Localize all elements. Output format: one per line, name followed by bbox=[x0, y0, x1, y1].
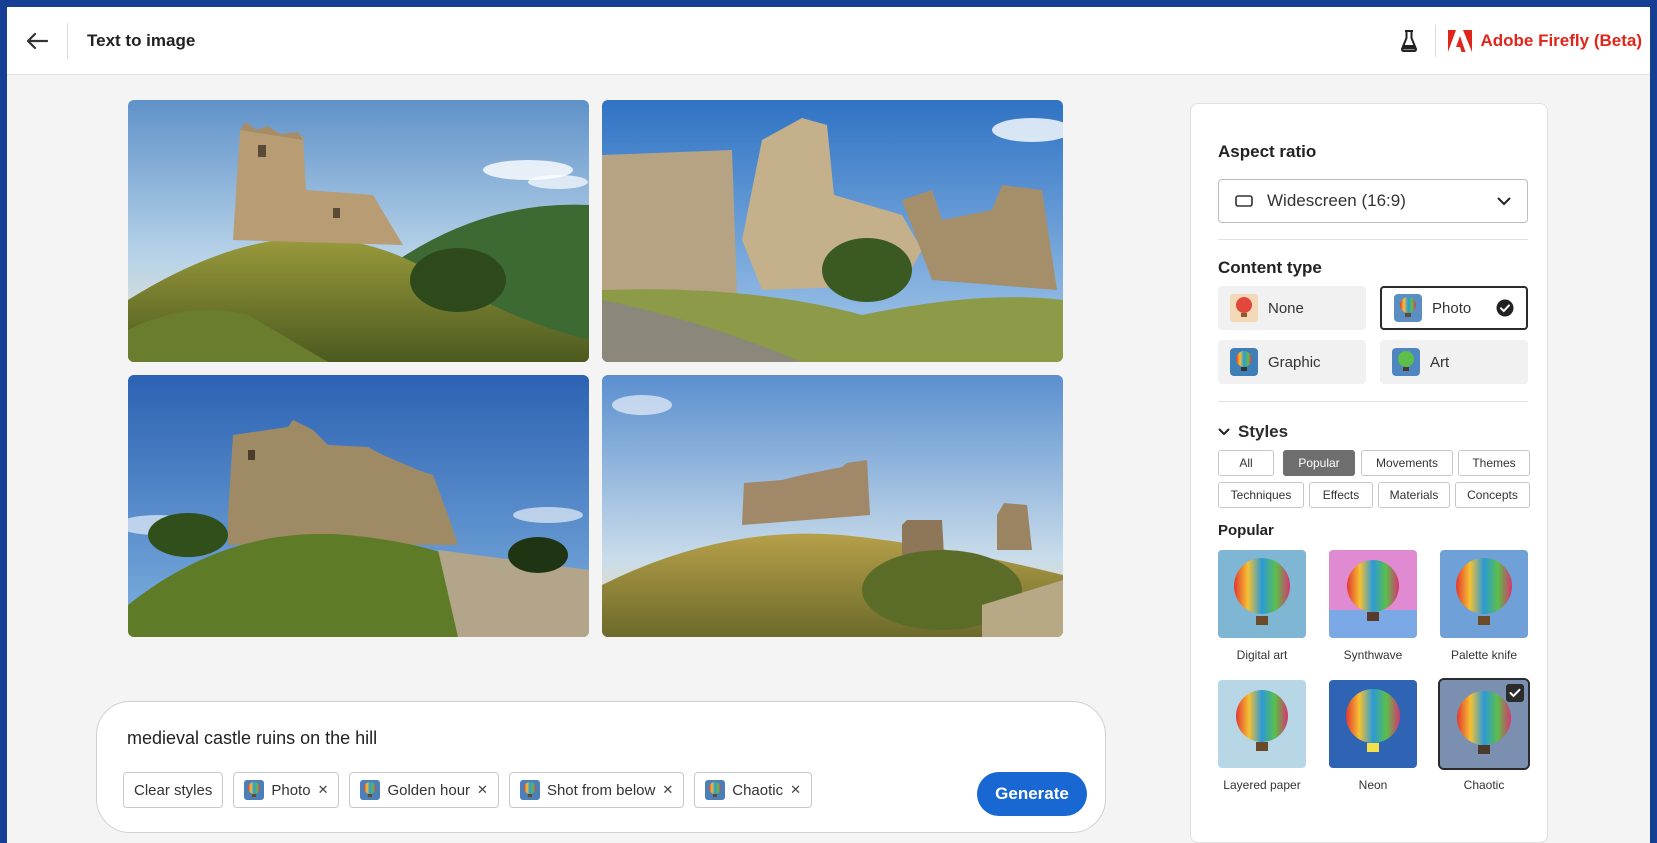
chevron-down-icon bbox=[1497, 197, 1511, 205]
balloon-icon bbox=[1230, 294, 1258, 322]
close-icon[interactable]: ✕ bbox=[790, 782, 801, 798]
style-card-label: Layered paper bbox=[1223, 778, 1301, 792]
adobe-logo-icon bbox=[1448, 29, 1473, 52]
style-tab-effects[interactable]: Effects bbox=[1309, 482, 1373, 508]
header-actions: Adobe Firefly (Beta) bbox=[1389, 7, 1650, 75]
style-card-label: Synthwave bbox=[1343, 648, 1403, 662]
aspect-ratio-label: Aspect ratio bbox=[1218, 142, 1317, 161]
castle-image bbox=[128, 100, 589, 362]
balloon-icon bbox=[360, 780, 381, 800]
content-type-none[interactable]: None bbox=[1218, 286, 1366, 330]
chip-label: Photo bbox=[271, 781, 311, 799]
app-frame: Text to image Adobe Firefly (Beta) medie… bbox=[7, 7, 1650, 843]
page-title: Text to image bbox=[87, 30, 196, 50]
style-thumbnail bbox=[1329, 680, 1417, 768]
brand-divider bbox=[1435, 24, 1437, 57]
style-thumbnail bbox=[1218, 680, 1306, 768]
style-card-digital-art[interactable]: Digital art bbox=[1218, 550, 1306, 662]
balloon-icon bbox=[1394, 294, 1422, 322]
content-type-graphic[interactable]: Graphic bbox=[1218, 340, 1366, 384]
result-image-4[interactable] bbox=[602, 375, 1063, 637]
style-tab-movements[interactable]: Movements bbox=[1361, 450, 1453, 476]
header-divider bbox=[67, 22, 68, 59]
content-type-label-text: Graphic bbox=[1268, 353, 1321, 371]
chevron-down-icon bbox=[1218, 428, 1230, 436]
balloon-icon bbox=[519, 780, 540, 800]
chip-chaotic[interactable]: Chaotic ✕ bbox=[694, 772, 812, 808]
labs-button[interactable] bbox=[1389, 29, 1429, 52]
style-card-synthwave[interactable]: Synthwave bbox=[1329, 550, 1417, 662]
clear-styles-label: Clear styles bbox=[134, 781, 213, 799]
close-icon[interactable]: ✕ bbox=[662, 782, 673, 798]
chip-label: Golden hour bbox=[387, 781, 471, 799]
chip-label: Chaotic bbox=[732, 781, 784, 799]
result-image-2[interactable] bbox=[602, 100, 1063, 362]
chip-golden-hour[interactable]: Golden hour ✕ bbox=[349, 772, 499, 808]
chip-shot-from-below[interactable]: Shot from below ✕ bbox=[508, 772, 685, 808]
styles-section-toggle[interactable]: Styles bbox=[1218, 422, 1288, 442]
balloon-icon bbox=[705, 780, 726, 800]
style-tab-concepts[interactable]: Concepts bbox=[1455, 482, 1530, 508]
style-card-palette-knife[interactable]: Palette knife bbox=[1440, 550, 1528, 662]
styles-label: Styles bbox=[1238, 422, 1289, 441]
back-button[interactable] bbox=[7, 7, 67, 75]
checkmark-icon bbox=[1496, 299, 1514, 317]
style-card-label: Palette knife bbox=[1450, 648, 1518, 662]
content-type-photo[interactable]: Photo bbox=[1380, 286, 1528, 330]
style-card-layered-paper[interactable]: Layered paper bbox=[1218, 680, 1306, 792]
castle-image bbox=[128, 375, 589, 637]
back-arrow-icon bbox=[26, 32, 48, 49]
content-type-label: Content type bbox=[1218, 258, 1322, 277]
popular-label: Popular bbox=[1218, 522, 1274, 539]
style-tab-techniques[interactable]: Techniques bbox=[1218, 482, 1304, 508]
balloon-icon bbox=[1230, 348, 1258, 376]
style-card-label: Chaotic bbox=[1463, 778, 1505, 792]
top-bar: Text to image Adobe Firefly (Beta) bbox=[7, 7, 1650, 75]
result-image-1[interactable] bbox=[128, 100, 589, 362]
result-image-3[interactable] bbox=[128, 375, 589, 637]
style-card-chaotic[interactable]: Chaotic bbox=[1438, 678, 1530, 792]
close-icon[interactable]: ✕ bbox=[477, 782, 488, 798]
balloon-icon bbox=[1392, 348, 1420, 376]
aspect-ratio-select[interactable]: Widescreen (16:9) bbox=[1218, 179, 1528, 223]
widescreen-icon bbox=[1235, 195, 1253, 207]
divider bbox=[1218, 401, 1528, 402]
castle-image bbox=[602, 375, 1063, 637]
content-type-label-text: Photo bbox=[1432, 299, 1472, 317]
clear-styles-button[interactable]: Clear styles bbox=[123, 772, 224, 808]
settings-panel: Aspect ratio Widescreen (16:9) Content t… bbox=[1190, 103, 1548, 843]
castle-image bbox=[602, 100, 1063, 362]
style-card-label: Digital art bbox=[1236, 648, 1288, 662]
style-tab-all[interactable]: All bbox=[1218, 450, 1274, 476]
style-thumbnail bbox=[1329, 550, 1417, 638]
style-tab-themes[interactable]: Themes bbox=[1458, 450, 1530, 476]
balloon-icon bbox=[244, 780, 265, 800]
chip-label: Shot from below bbox=[546, 781, 656, 799]
brand[interactable]: Adobe Firefly (Beta) bbox=[1448, 29, 1642, 52]
style-thumbnail bbox=[1218, 550, 1306, 638]
aspect-ratio-value: Widescreen (16:9) bbox=[1267, 191, 1406, 210]
prompt-bar: medieval castle ruins on the hill Clear … bbox=[96, 701, 1106, 833]
generate-button[interactable]: Generate bbox=[977, 772, 1087, 816]
checkmark-icon bbox=[1506, 684, 1524, 702]
divider bbox=[1218, 239, 1528, 240]
style-thumbnail bbox=[1438, 678, 1530, 770]
content-type-label-text: Art bbox=[1430, 353, 1450, 371]
prompt-input[interactable]: medieval castle ruins on the hill bbox=[127, 728, 377, 749]
close-icon[interactable]: ✕ bbox=[318, 782, 329, 798]
style-tab-materials[interactable]: Materials bbox=[1378, 482, 1450, 508]
content-type-art[interactable]: Art bbox=[1380, 340, 1528, 384]
style-thumbnail bbox=[1440, 550, 1528, 638]
style-card-label: Neon bbox=[1358, 778, 1388, 792]
style-tab-popular[interactable]: Popular bbox=[1283, 450, 1355, 476]
chip-photo[interactable]: Photo ✕ bbox=[233, 772, 340, 808]
style-chip-row: Clear styles Photo ✕ Golden hour ✕ Shot … bbox=[123, 772, 812, 808]
content-type-label-text: None bbox=[1268, 299, 1304, 317]
style-card-neon[interactable]: Neon bbox=[1329, 680, 1417, 792]
beaker-icon bbox=[1401, 29, 1418, 52]
brand-name: Adobe Firefly (Beta) bbox=[1480, 30, 1642, 50]
